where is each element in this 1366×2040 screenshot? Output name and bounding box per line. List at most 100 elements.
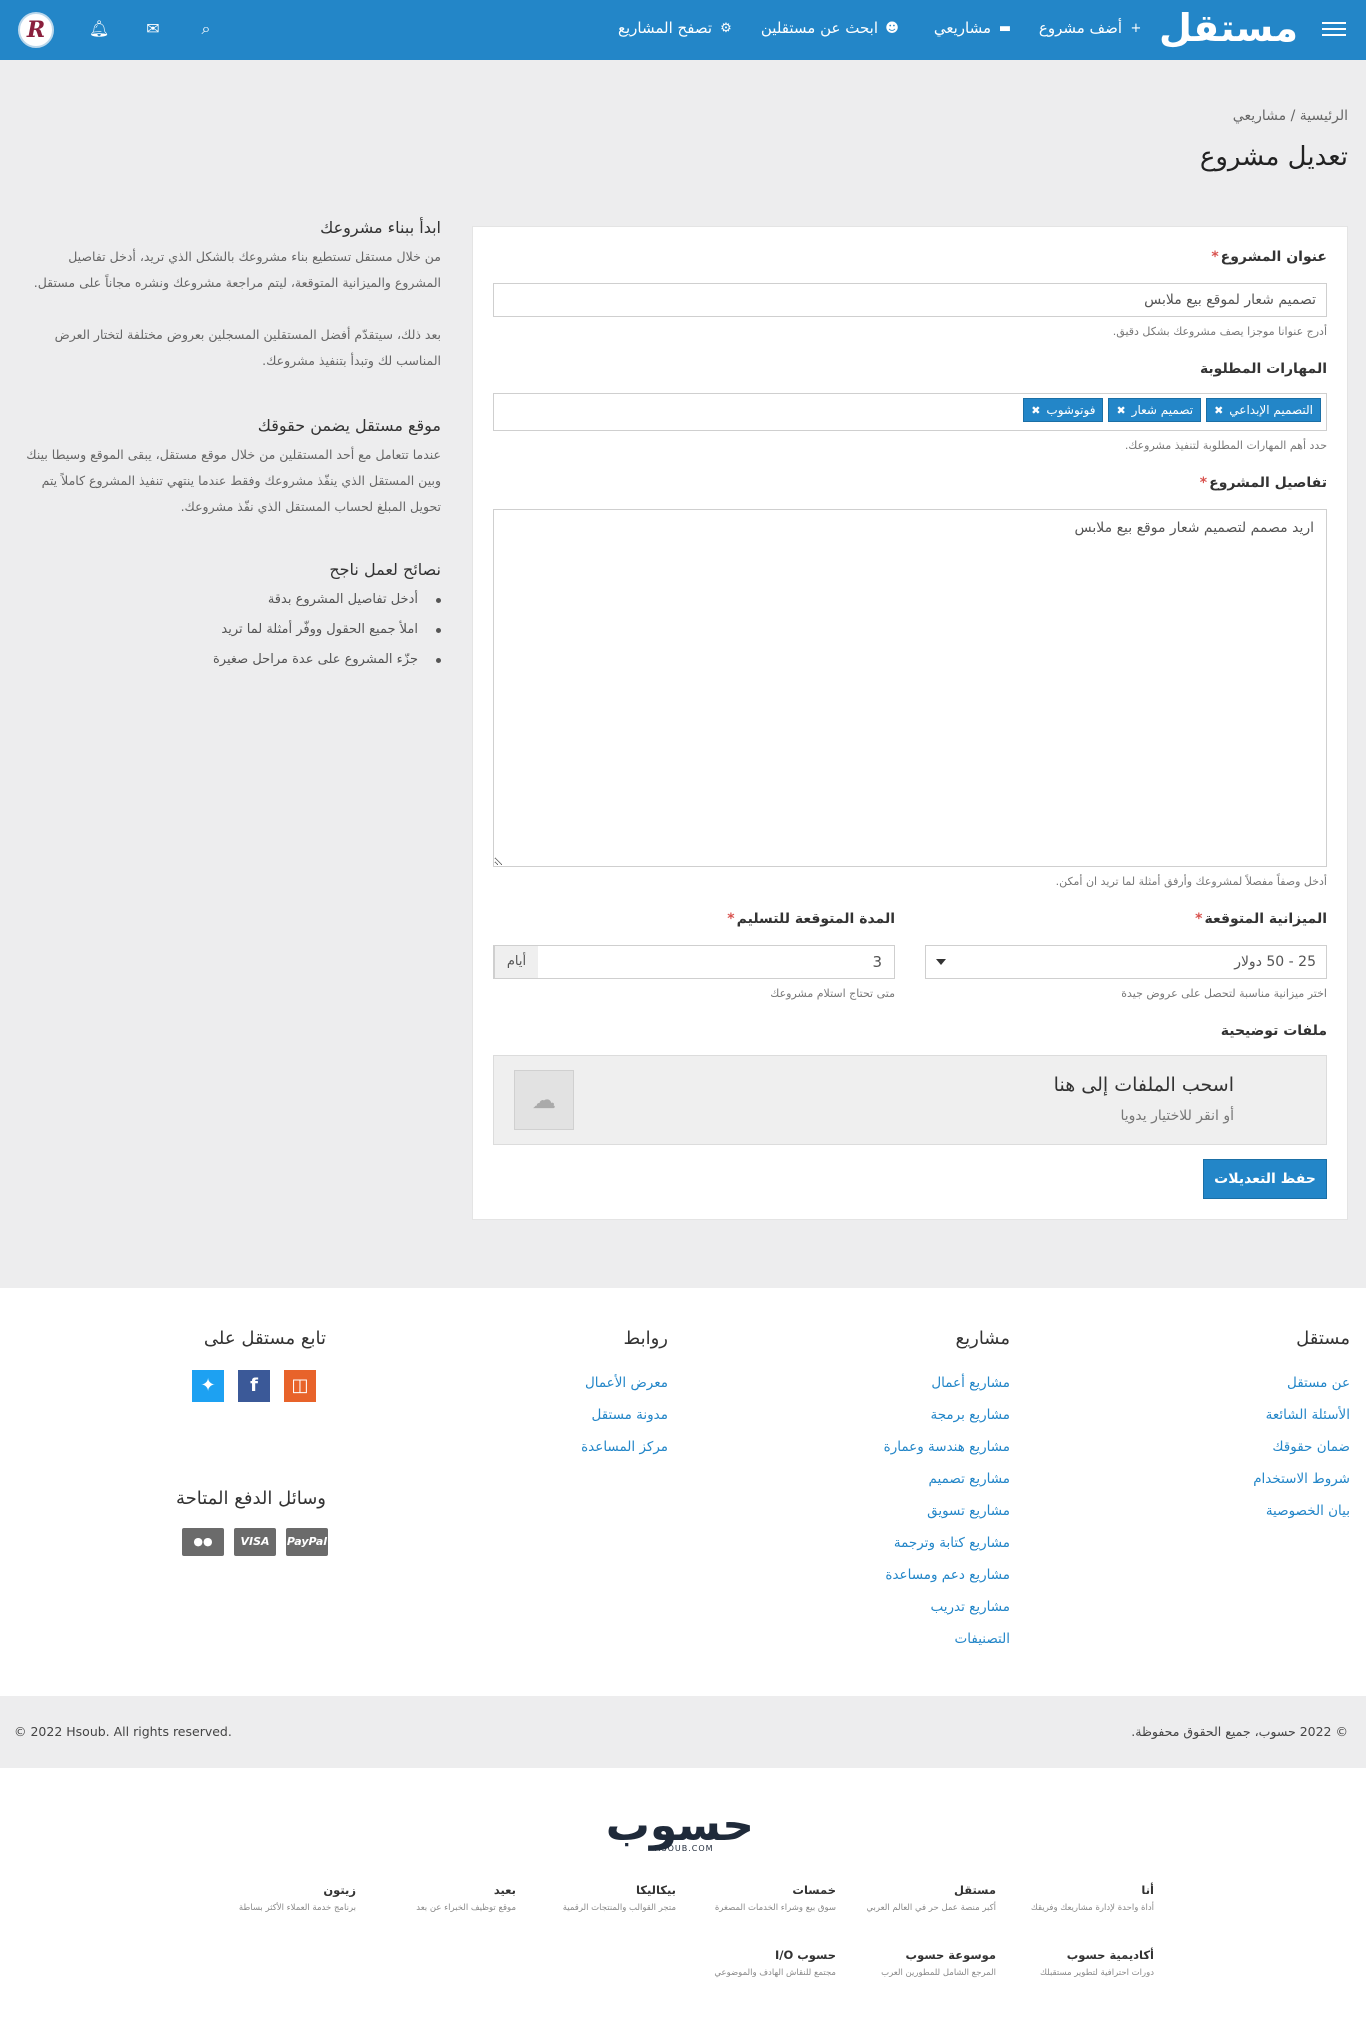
dropzone-title: اسحب الملفات إلى هنا (1053, 1074, 1234, 1096)
tips-list: أدخل تفاصيل المشروع بدقة املأ جميع الحقو… (21, 585, 441, 675)
rss-icon[interactable]: ◫ (284, 1370, 316, 1402)
facebook-icon[interactable]: f (238, 1370, 270, 1402)
budget-hint: اختر ميزانية مناسبة لتحصل على عروض جيدة (1121, 987, 1327, 1000)
save-changes-button[interactable]: حفظ التعديلات (1203, 1159, 1327, 1199)
side-text-rights: عندما تتعامل مع أحد المستقلين من خلال مو… (26, 447, 441, 514)
nav-browse-projects[interactable]: ⚙ تصفح المشاريع (618, 19, 734, 37)
file-dropzone[interactable]: ☁ اسحب الملفات إلى هنا أو انقر للاختيار … (493, 1055, 1327, 1145)
page-title: تعديل مشروع (1199, 142, 1348, 172)
avatar[interactable]: R (18, 12, 54, 48)
envelope-icon[interactable]: ✉ (142, 19, 164, 38)
footer-link[interactable]: مشاريع تصميم (884, 1463, 1010, 1495)
footer-link[interactable]: الأسئلة الشائعة (1253, 1399, 1350, 1431)
footer-link[interactable]: عن مستقل (1253, 1367, 1350, 1399)
search-icon[interactable]: ⌕ (195, 19, 217, 39)
hsoub-product[interactable]: خمسات سوق بيع وشراء الخدمات المصغرة (686, 1883, 836, 1913)
project-form: عنوان المشروع* أدرج عنوانا موجزا يصف مشر… (472, 226, 1348, 1220)
footer-link[interactable]: ضمان حقوقك (1253, 1431, 1350, 1463)
footer-link[interactable]: بيان الخصوصية (1253, 1495, 1350, 1527)
visa-icon: VISA (234, 1528, 276, 1556)
footer-col-follow: تابع مستقل على (203, 1328, 326, 1349)
footer-link[interactable]: مشاريع تدريب (884, 1591, 1010, 1623)
chevron-down-icon (936, 959, 946, 965)
side-text-offers: بعد ذلك، سيتقدّم أفضل المستقلين المسجلين… (54, 327, 441, 368)
breadcrumb: الرئيسية / مشاريعي (1232, 108, 1348, 124)
footer-link[interactable]: مشاريع برمجة (884, 1399, 1010, 1431)
mastercard-icon: ●● (182, 1528, 224, 1556)
side-title-start: ابدأ ببناء مشروعك (320, 218, 441, 237)
duration-unit: أيام (494, 946, 538, 978)
folder-icon: ▬ (998, 20, 1012, 36)
breadcrumb-home[interactable]: الرئيسية (1300, 108, 1348, 124)
social-icons: ◫ f ✦ (192, 1370, 316, 1402)
nav-find-freelancers[interactable]: ☻ ابحث عن مستقلين (761, 19, 900, 37)
details-label: تفاصيل المشروع* (1199, 475, 1327, 491)
hsoub-logo[interactable]: حسوب (606, 1804, 754, 1848)
footer-link[interactable]: مشاريع دعم ومساعدة (884, 1559, 1010, 1591)
remove-tag-icon[interactable]: ✖ (1214, 404, 1223, 417)
bell-icon[interactable]: 🔔︎ (88, 19, 110, 38)
duration-field: أيام (493, 945, 895, 979)
footer-col-links: روابط معرض الأعمال مدونة مستقل مركز المس… (581, 1328, 668, 1463)
project-details-textarea[interactable]: اريد مصمم لتصميم شعار موقع بيع ملابس (493, 509, 1327, 867)
dropzone-subtitle: أو انقر للاختيار يدويا (1120, 1108, 1234, 1124)
top-navbar: مستقل + أضف مشروع ▬ مشاريعي ☻ ابحث عن مستقل… (0, 0, 1366, 60)
title-label: عنوان المشروع* (1211, 249, 1327, 265)
title-hint: أدرج عنوانا موجزا يصف مشروعك بشكل دقيق. (1112, 325, 1327, 338)
remove-tag-icon[interactable]: ✖ (1031, 404, 1040, 417)
side-title-tips: نصائح لعمل ناجح (329, 560, 441, 579)
hsoub-product[interactable]: أنا أداة واحدة لإدارة مشاريعك وفريقك (1004, 1883, 1154, 1913)
footer-link[interactable]: مشاريع كتابة وترجمة (884, 1527, 1010, 1559)
footer-link[interactable]: مشاريع هندسة وعمارة (884, 1431, 1010, 1463)
footer-col-projects: مشاريع مشاريع أعمال مشاريع برمجة مشاريع … (884, 1328, 1010, 1655)
remove-tag-icon[interactable]: ✖ (1116, 404, 1125, 417)
skills-label: المهارات المطلوبة (1199, 361, 1327, 377)
skill-tag[interactable]: فوتوشوب ✖ (1023, 398, 1104, 422)
footer-link[interactable]: مدونة مستقل (581, 1399, 668, 1431)
nav-my-projects[interactable]: ▬ مشاريعي (934, 19, 1013, 37)
cloud-upload-icon: ☁ (514, 1070, 574, 1130)
hsoub-product[interactable]: بعيد موقع توظيف الخبراء عن بعد (366, 1883, 516, 1913)
footer-link[interactable]: مشاريع تسويق (884, 1495, 1010, 1527)
footer-link[interactable]: مركز المساعدة (581, 1431, 668, 1463)
paypal-icon: PayPal (286, 1528, 328, 1556)
duration-input[interactable] (538, 946, 894, 978)
files-label: ملفات توضيحية (1220, 1023, 1327, 1039)
hsoub-product[interactable]: بيكاليكا متجر القوالب والمنتجات الرقمية (526, 1883, 676, 1913)
copyright-ar: © 2022 حسوب، جميع الحقوق محفوظة. (1131, 1724, 1348, 1739)
details-hint: أدخل وصفاً مفصلاً لمشروعك وأرفق أمثلة لم… (1055, 875, 1327, 888)
breadcrumb-current[interactable]: مشاريعي (1233, 108, 1286, 124)
hsoub-network: حسوب HSOUB.COM أنا أداة واحدة لإدارة مشار… (0, 1768, 1366, 2040)
skill-tag[interactable]: التصميم الإبداعي ✖ (1206, 398, 1321, 422)
cubes-icon: ⚙ (720, 20, 732, 36)
project-title-input[interactable] (493, 283, 1327, 317)
hsoub-product[interactable]: موسوعة حسوب المرجع الشامل للمطورين العرب (846, 1948, 996, 1978)
site-logo[interactable]: مستقل (1159, 6, 1298, 50)
hsoub-product[interactable]: مستقل أكبر منصة عمل حر في العالم العربي (846, 1883, 996, 1913)
side-text-start: من خلال مستقل تستطيع بناء مشروعك بالشكل … (33, 249, 441, 290)
footer-col-mostaql: مستقل عن مستقل الأسئلة الشائعة ضمان حقوق… (1253, 1328, 1350, 1527)
nav-add-project[interactable]: + أضف مشروع (1039, 19, 1144, 37)
footer: مستقل عن مستقل الأسئلة الشائعة ضمان حقوق… (0, 1288, 1366, 1696)
budget-select[interactable]: 25 - 50 دولار (925, 945, 1327, 979)
skills-tags: التصميم الإبداعي ✖ تصميم شعار ✖ فوتوشوب ✖ (1018, 394, 1326, 426)
footer-link[interactable]: التصنيفات (884, 1623, 1010, 1655)
copyright-bar: © 2022 حسوب، جميع الحقوق محفوظة. © 2022 … (0, 1696, 1366, 1768)
twitter-icon[interactable]: ✦ (192, 1370, 224, 1402)
duration-hint: متى تحتاج استلام مشروعك (770, 987, 895, 1000)
hsoub-product[interactable]: حسوب I/O مجتمع للنقاش الهادف والموضوعي (686, 1948, 836, 1978)
skill-tag[interactable]: تصميم شعار ✖ (1108, 398, 1202, 422)
hsoub-product[interactable]: زيتون برنامج خدمة العملاء الأكثر بساطة (206, 1883, 356, 1913)
hsoub-product[interactable]: أكاديمية حسوب دورات احترافية لتطوير مستقب… (1004, 1948, 1154, 1978)
tip-item: جزّء المشروع على عدة مراحل صغيرة (21, 645, 441, 675)
menu-icon[interactable] (1322, 18, 1346, 42)
footer-link[interactable]: معرض الأعمال (581, 1367, 668, 1399)
plus-icon: + (1130, 20, 1142, 36)
side-title-rights: موقع مستقل يضمن حقوقك (257, 416, 441, 435)
footer-payment: وسائل الدفع المتاحة (175, 1488, 326, 1509)
skills-input[interactable]: التصميم الإبداعي ✖ تصميم شعار ✖ فوتوشوب ✖ (493, 393, 1327, 431)
footer-link[interactable]: مشاريع أعمال (884, 1367, 1010, 1399)
skills-hint: حدد أهم المهارات المطلوبة لتنفيذ مشروعك. (1124, 439, 1327, 452)
footer-link[interactable]: شروط الاستخدام (1253, 1463, 1350, 1495)
budget-label: الميزانية المتوقعة* (1195, 911, 1327, 927)
